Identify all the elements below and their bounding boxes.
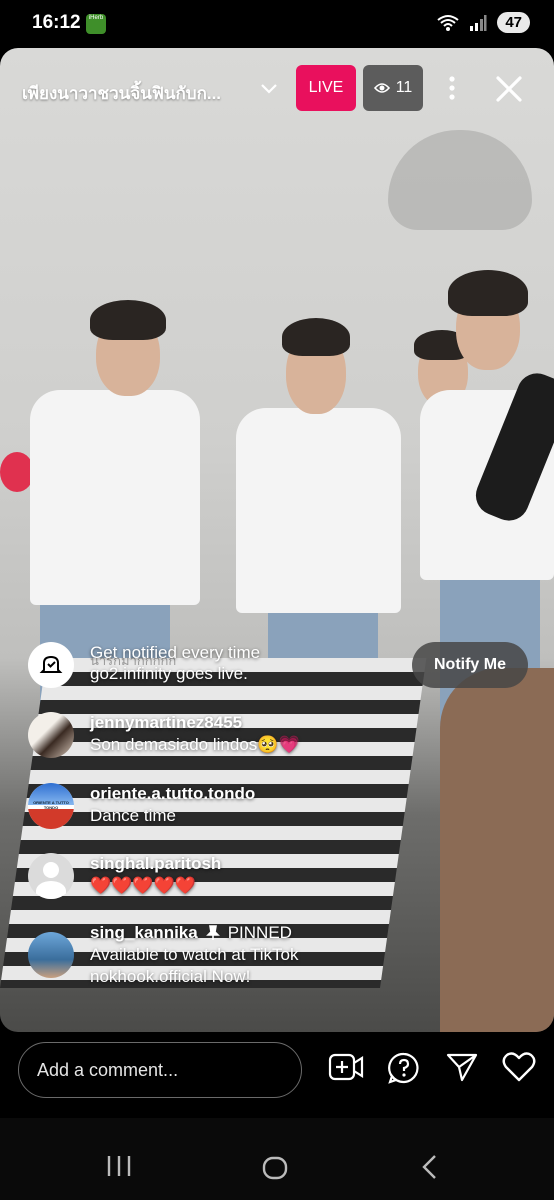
close-icon[interactable] (494, 74, 524, 104)
bell-icon (28, 642, 74, 688)
system-nav-bar (0, 1118, 554, 1200)
home-icon[interactable] (262, 1156, 288, 1180)
avatar[interactable] (28, 932, 74, 978)
comment-bar: Add a comment... (0, 1032, 554, 1118)
comment-input[interactable]: Add a comment... (18, 1042, 302, 1098)
status-time: 16:12 (32, 12, 81, 33)
comment-username[interactable]: sing_kannika (90, 922, 198, 944)
comment-text-line-1: Available to watch at TikTok (90, 945, 299, 964)
comment-text: Son demasiado lindos🥺💗 (90, 735, 300, 754)
comment-item: jennymartinez8455 Son demasiado lindos🥺💗 (28, 712, 300, 758)
system-icons: 47 (437, 12, 530, 33)
comment-username[interactable]: oriente.a.tutto.tondo (90, 783, 255, 805)
chevron-down-icon[interactable] (260, 82, 278, 96)
notify-me-button[interactable]: Notify Me (412, 642, 528, 688)
avatar[interactable]: ORIENTE A TUTTO TONDO (28, 783, 74, 829)
person-foreground (440, 668, 554, 1032)
wifi-icon (437, 14, 459, 31)
live-title[interactable]: เพียงนาวาชวนจิ้นฟินกับก... (22, 80, 221, 107)
pin-icon (205, 925, 220, 940)
battery-icon: 47 (497, 12, 530, 33)
live-header: เพียงนาวาชวนจิ้นฟินกับก... LIVE 11 (0, 62, 554, 116)
comment-item-pinned: sing_kannika PINNED Available to watch a… (28, 922, 299, 988)
lamp-shadow (388, 130, 532, 230)
pinned-label: PINNED (227, 923, 292, 942)
iherb-app-icon: iHerb (86, 14, 106, 34)
eye-icon (373, 83, 390, 93)
live-badge: LIVE (296, 65, 356, 111)
heart-icon[interactable] (502, 1052, 536, 1082)
comment-text: ❤️❤️❤️❤️❤️ (90, 876, 196, 895)
comment-username[interactable]: singhal.paritosh (90, 853, 221, 875)
avatar[interactable] (28, 712, 74, 758)
comment-text-line-2: nokhook.official Now! (90, 967, 251, 986)
video-add-icon[interactable] (328, 1052, 364, 1082)
recent-apps-icon[interactable] (106, 1154, 132, 1178)
viewer-count[interactable]: 11 (363, 65, 423, 111)
send-icon[interactable] (446, 1052, 478, 1082)
notify-line-2: go2.infinity goes live. (90, 664, 248, 683)
flower-prop (0, 452, 34, 492)
status-bar: 16:12 iHerb 47 (0, 0, 554, 50)
comment-username[interactable]: jennymartinez8455 (90, 712, 300, 734)
more-options-icon[interactable] (440, 74, 464, 102)
question-icon[interactable] (388, 1052, 420, 1084)
notify-row: Get notified every time go2.infinity goe… (28, 642, 320, 688)
comment-item: singhal.paritosh ❤️❤️❤️❤️❤️ (28, 853, 221, 899)
comment-item: ORIENTE A TUTTO TONDO oriente.a.tutto.to… (28, 783, 255, 829)
back-icon[interactable] (420, 1154, 440, 1180)
notify-line-1: Get notified every time (90, 643, 261, 662)
signal-icon (470, 14, 487, 31)
avatar[interactable] (28, 853, 74, 899)
comment-text: Dance time (90, 806, 176, 825)
